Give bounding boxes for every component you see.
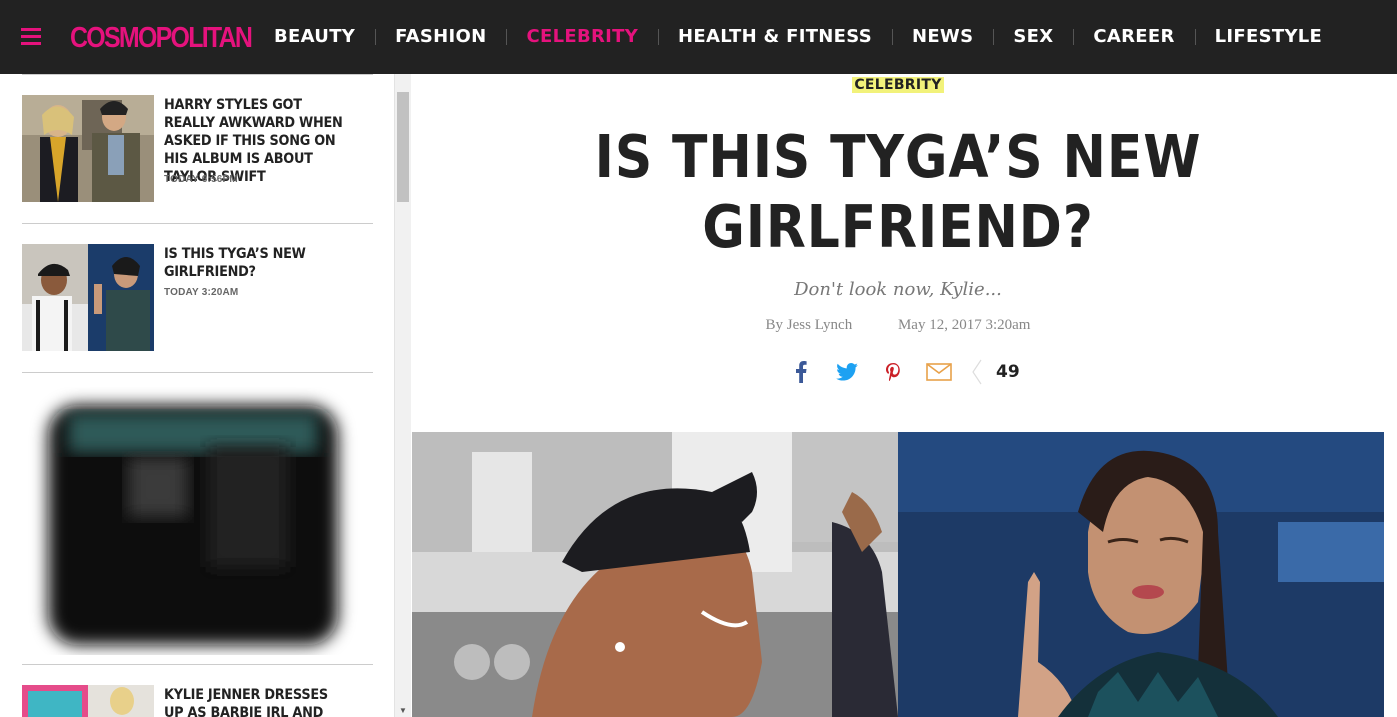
sidebar-article-tyga[interactable]: IS THIS TYGA’S NEW GIRLFRIEND? TODAY 3:2… xyxy=(22,223,373,372)
share-bar: 49 xyxy=(778,358,1020,386)
email-icon[interactable] xyxy=(916,358,962,386)
hero-image[interactable] xyxy=(412,432,1384,717)
sidebar-ad[interactable] xyxy=(22,372,373,664)
related-articles-sidebar: HARRY STYLES GOT REALLY AWKWARD WHEN ASK… xyxy=(0,74,394,717)
publish-date: May 12, 2017 3:20am xyxy=(897,317,1031,333)
headline-line-2: GIRLFRIEND? xyxy=(702,192,1094,261)
article-thumbnail[interactable] xyxy=(22,685,154,717)
twitter-icon[interactable] xyxy=(824,358,870,386)
article-timestamp: TODAY 3:20AM xyxy=(164,287,239,298)
sidebar-article-kylie[interactable]: KYLIE JENNER DRESSES UP AS BARBIE IRL AN… xyxy=(22,664,373,717)
scroll-down-arrow-icon[interactable]: ▼ xyxy=(399,706,407,715)
article-main: CELEBRITY IS THIS TYGA’S NEW GIRLFRIEND?… xyxy=(412,74,1397,717)
sidebar-scrollbar[interactable]: ▼ xyxy=(394,74,411,717)
nav-career[interactable]: CAREER xyxy=(1073,0,1194,74)
byline: By Jess Lynch May 12, 2017 3:20am xyxy=(412,317,1384,334)
author-name[interactable]: By Jess Lynch xyxy=(766,317,853,333)
sidebar-article-harry-styles[interactable]: HARRY STYLES GOT REALLY AWKWARD WHEN ASK… xyxy=(22,74,373,223)
article-headline: IS THIS TYGA’S NEW GIRLFRIEND? xyxy=(470,122,1325,262)
scrollbar-thumb[interactable] xyxy=(397,92,409,202)
section-label[interactable]: CELEBRITY xyxy=(852,77,944,93)
nav-news[interactable]: NEWS xyxy=(891,0,993,74)
advertisement-image[interactable] xyxy=(8,387,358,655)
article-timestamp: TODAY 6:56PM xyxy=(164,174,238,185)
nav-beauty[interactable]: BEAUTY xyxy=(254,0,375,74)
pinterest-icon[interactable] xyxy=(870,358,916,386)
headline-line-1: IS THIS TYGA’S NEW xyxy=(594,122,1202,191)
nav-links: BEAUTY FASHION CELEBRITY HEALTH & FITNES… xyxy=(254,0,1342,74)
site-logo[interactable]: COSMOPOLITAN xyxy=(70,20,253,56)
share-count: 49 xyxy=(996,362,1020,382)
article-title[interactable]: IS THIS TYGA’S NEW GIRLFRIEND? xyxy=(164,245,348,281)
nav-fashion[interactable]: FASHION xyxy=(375,0,506,74)
hero-image-tyga xyxy=(412,432,898,717)
article-title[interactable]: KYLIE JENNER DRESSES UP AS BARBIE IRL AN… xyxy=(164,686,348,717)
hero-image-anitta xyxy=(898,432,1384,717)
article-title[interactable]: HARRY STYLES GOT REALLY AWKWARD WHEN ASK… xyxy=(164,96,348,186)
menu-icon[interactable] xyxy=(21,28,41,45)
article-dek: Don't look now, Kylie... xyxy=(794,279,1002,300)
nav-health-fitness[interactable]: HEALTH & FITNESS xyxy=(658,0,892,74)
top-navigation: COSMOPOLITAN BEAUTY FASHION CELEBRITY HE… xyxy=(0,0,1397,74)
nav-lifestyle[interactable]: LIFESTYLE xyxy=(1194,0,1343,74)
nav-sex[interactable]: SEX xyxy=(993,0,1073,74)
share-divider-icon xyxy=(962,358,992,386)
article-thumbnail[interactable] xyxy=(22,244,154,351)
facebook-icon[interactable] xyxy=(778,358,824,386)
nav-celebrity[interactable]: CELEBRITY xyxy=(506,0,658,74)
article-thumbnail[interactable] xyxy=(22,95,154,202)
